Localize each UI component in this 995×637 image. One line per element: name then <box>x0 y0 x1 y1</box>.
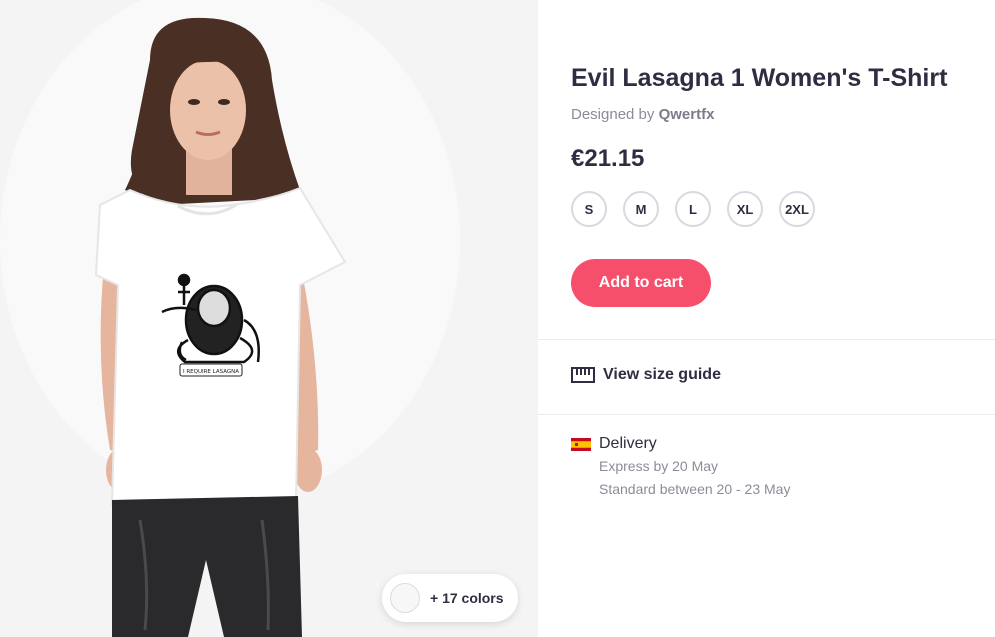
add-to-cart-button[interactable]: Add to cart <box>571 259 711 307</box>
size-option-s[interactable]: S <box>571 191 607 227</box>
product-title: Evil Lasagna 1 Women's T-Shirt <box>571 64 948 92</box>
ruler-icon <box>571 367 595 383</box>
delivery-heading: Delivery <box>599 435 657 452</box>
product-price: €21.15 <box>571 145 645 172</box>
size-option-l[interactable]: L <box>675 191 711 227</box>
product-image: I REQUIRE LASAGNA + 17 colors <box>0 0 538 637</box>
size-option-xl[interactable]: XL <box>727 191 763 227</box>
size-option-2xl[interactable]: 2XL <box>779 191 815 227</box>
designer-credit: Designed by Qwertfx <box>571 106 714 123</box>
product-info-panel: Evil Lasagna 1 Women's T-Shirt Designed … <box>538 0 995 637</box>
divider <box>538 339 995 340</box>
shirt-print-text: I REQUIRE LASAGNA <box>183 369 239 375</box>
divider <box>538 414 995 415</box>
delivery-standard: Standard between 20 - 23 May <box>599 481 791 497</box>
more-colors-label: + 17 colors <box>430 590 504 606</box>
size-guide-label: View size guide <box>603 366 721 383</box>
color-swatch[interactable] <box>390 583 420 613</box>
spain-flag-icon <box>571 437 591 451</box>
designer-link[interactable]: Qwertfx <box>659 106 715 123</box>
delivery-express: Express by 20 May <box>599 458 719 474</box>
model-illustration: I REQUIRE LASAGNA <box>0 0 460 637</box>
size-selector: S M L XL 2XL <box>571 191 831 227</box>
more-colors-button[interactable]: + 17 colors <box>382 574 518 622</box>
size-guide-link[interactable]: View size guide <box>571 366 721 384</box>
size-option-m[interactable]: M <box>623 191 659 227</box>
designed-by-prefix: Designed by <box>571 106 655 123</box>
delivery-info: Delivery Express by 20 May Standard betw… <box>571 435 790 497</box>
